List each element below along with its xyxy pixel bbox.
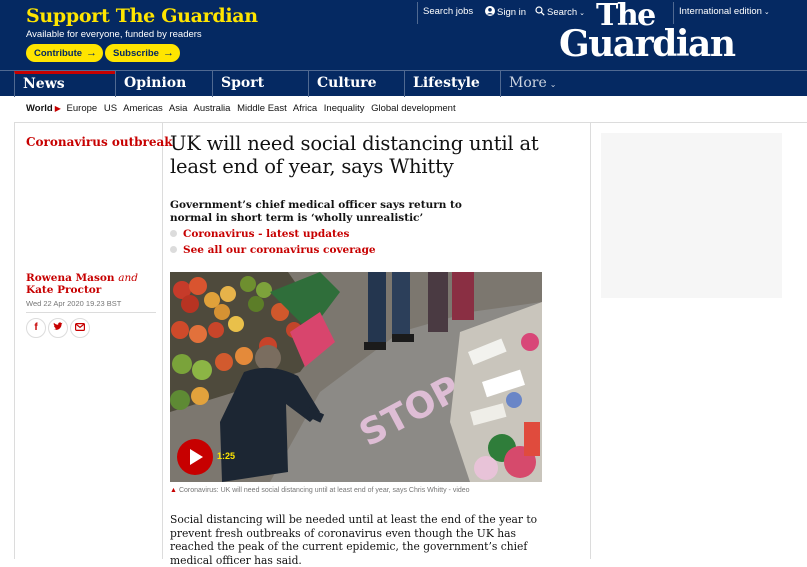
related-link-label: Coronavirus - latest updates [183,228,350,240]
subnav-item[interactable]: Inequality [324,103,365,114]
email-icon [75,323,86,332]
dateline: Wed 22 Apr 2020 19.23 BST [26,299,122,308]
triangle-right-icon: ▶ [54,104,61,113]
search-jobs-link[interactable]: Search jobs [423,6,473,17]
nav-sport[interactable]: Sport [212,71,308,97]
nav-news[interactable]: News [14,71,115,97]
nav-lifestyle[interactable]: Lifestyle [404,71,500,97]
article-headline: UK will need social distancing until at … [170,132,539,178]
divider [14,122,807,123]
byline-and: and [118,272,138,284]
video-duration: 1:25 [217,451,236,461]
bullet-icon [170,246,177,253]
play-button[interactable] [177,439,213,475]
subnav-item[interactable]: Americas [123,103,163,114]
nav-culture[interactable]: Culture [308,71,404,97]
support-subtitle: Available for everyone, funded by reader… [26,29,202,40]
author-link[interactable]: Rowena Mason [26,272,115,284]
bullet-icon [170,230,177,237]
divider [590,122,591,559]
arrow-right-icon: → [86,47,98,59]
facebook-share-button[interactable]: f [26,318,46,338]
user-icon [485,6,495,16]
nav-opinion[interactable]: Opinion [115,71,212,97]
related-link-label: See all our coronavirus coverage [183,244,376,256]
logo-guardian: Guardian [559,22,736,65]
subnav-item[interactable]: Global development [371,103,456,114]
subnav-item[interactable]: Middle East [237,103,287,114]
video-caption: ▲ Coronavirus: UK will need social distan… [170,487,470,494]
caption-text: Coronavirus: UK will need social distanc… [178,487,470,494]
related-link[interactable]: See all our coronavirus coverage [170,244,376,256]
subnav-item[interactable]: US [104,103,117,114]
triangle-up-icon: ▲ [170,487,177,494]
chevron-down-icon: ⌄ [763,9,770,16]
contribute-label: Contribute [34,48,83,59]
arrow-right-icon: → [162,47,174,59]
related-link[interactable]: Coronavirus - latest updates [170,228,349,240]
main-nav: News Opinion Sport Culture Lifestyle Mor… [0,70,807,97]
sign-in-link[interactable]: Sign in [485,6,526,18]
divider [26,312,156,313]
subscribe-label: Subscribe [113,48,159,59]
subscribe-button[interactable]: Subscribe → [105,44,180,62]
nav-more[interactable]: More ⌄ [500,71,596,97]
divider [417,2,418,24]
twitter-icon [53,322,63,331]
subnav-item[interactable]: Australia [193,103,230,114]
top-banner: Support The Guardian Available for every… [0,0,807,70]
subnav-item[interactable]: Europe [67,103,98,114]
contribute-button[interactable]: Contribute → [26,44,104,62]
subnav-current[interactable]: World [26,103,53,114]
standfirst: Government’s chief medical officer says … [170,199,462,224]
byline: Rowena Mason and Kate Proctor [26,272,156,296]
sign-in-label: Sign in [497,7,527,18]
sub-nav: World ▶ Europe US Americas Asia Australia… [26,103,460,114]
facebook-icon: f [34,322,38,333]
chevron-down-icon: ⌄ [549,80,557,89]
support-title[interactable]: Support The Guardian [26,5,258,27]
nav-more-label: More [509,75,547,91]
divider [14,122,15,559]
subnav-item[interactable]: Africa [293,103,317,114]
video-player[interactable]: STOP 1:25 [170,272,542,482]
search-icon [535,6,545,16]
section-kicker[interactable]: Coronavirus outbreak [26,135,173,149]
guardian-logo[interactable]: The Guardian [559,1,736,65]
ad-slot [601,133,782,298]
subnav-item[interactable]: Asia [169,103,187,114]
divider [162,122,163,559]
author-link[interactable]: Kate Proctor [26,284,101,296]
twitter-share-button[interactable] [48,318,68,338]
email-share-button[interactable] [70,318,90,338]
